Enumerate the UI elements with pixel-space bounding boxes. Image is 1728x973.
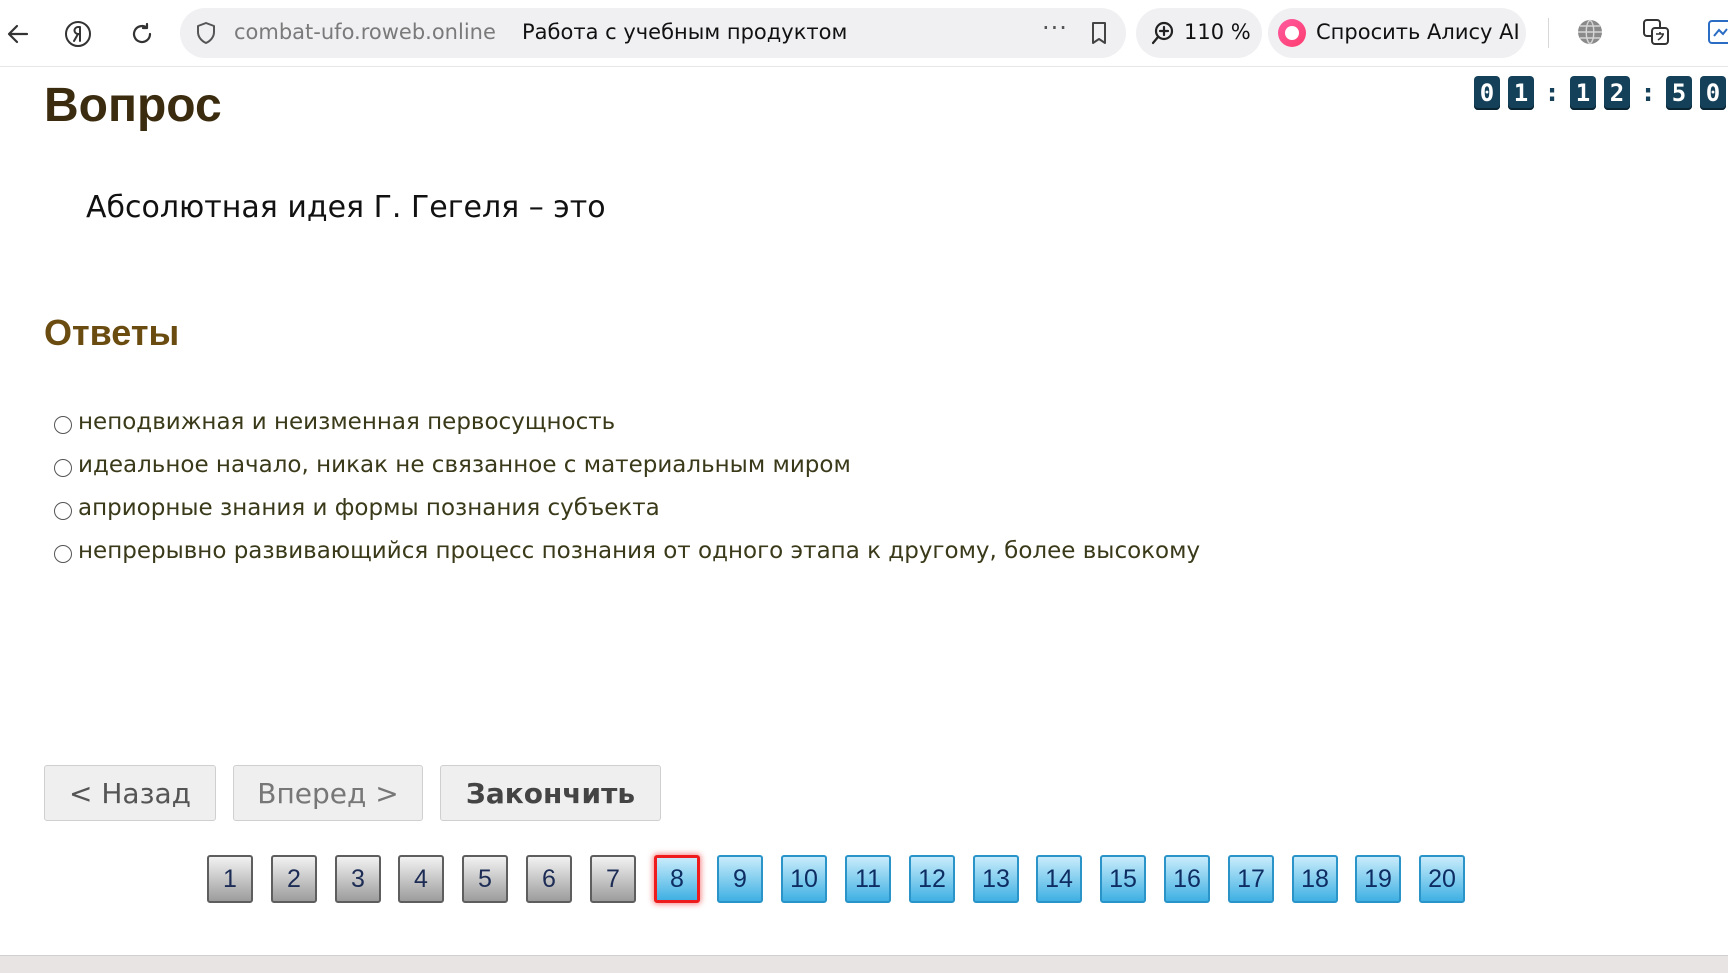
zoom-control[interactable]: 110 %: [1136, 8, 1262, 58]
page-button-current[interactable]: 8: [654, 855, 700, 903]
page-button[interactable]: 13: [973, 855, 1019, 903]
page-button[interactable]: 12: [909, 855, 955, 903]
question-text: Абсолютная идея Г. Гегеля – это: [86, 190, 606, 225]
more-icon[interactable]: ···: [1042, 14, 1068, 42]
timer-digit: 0: [1700, 76, 1726, 110]
zoom-level: 110 %: [1184, 20, 1251, 44]
timer-digit: 2: [1604, 76, 1630, 110]
bookmark-icon[interactable]: [1086, 20, 1112, 46]
page-button[interactable]: 16: [1164, 855, 1210, 903]
page-button[interactable]: 4: [398, 855, 444, 903]
globe-icon[interactable]: [1574, 16, 1606, 48]
address-bar[interactable]: combat-ufo.roweb.online Работа с учебным…: [180, 8, 1126, 58]
alice-icon: [1278, 19, 1306, 47]
answer-list: неподвижная и неизменная первосущность и…: [54, 400, 1200, 572]
bottom-strip: [0, 955, 1728, 973]
timer-digit: 1: [1508, 76, 1534, 110]
page-button[interactable]: 20: [1419, 855, 1465, 903]
answer-label[interactable]: априорные знания и формы познания субъек…: [78, 495, 660, 521]
yandex-logo-icon[interactable]: [60, 16, 96, 52]
page-button[interactable]: 15: [1100, 855, 1146, 903]
answer-radio[interactable]: [54, 544, 72, 563]
countdown-timer: 0 1 : 1 2 : 5 0: [1474, 76, 1728, 110]
answer-radio[interactable]: [54, 501, 72, 520]
page-button[interactable]: 19: [1355, 855, 1401, 903]
answer-label[interactable]: неподвижная и неизменная первосущность: [78, 409, 615, 435]
page-button[interactable]: 6: [526, 855, 572, 903]
reload-icon[interactable]: [124, 16, 160, 52]
ask-alice-label: Спросить Алису AI: [1316, 20, 1520, 44]
browser-toolbar: combat-ufo.roweb.online Работа с учебным…: [0, 0, 1728, 67]
address-domain: combat-ufo.roweb.online: [234, 20, 496, 44]
answer-option[interactable]: идеальное начало, никак не связанное с м…: [54, 443, 1200, 486]
page-button[interactable]: 18: [1292, 855, 1338, 903]
page-button[interactable]: 3: [335, 855, 381, 903]
timer-separator: :: [1643, 79, 1653, 107]
ask-alice-button[interactable]: Спросить Алису AI: [1268, 8, 1526, 58]
timer-digit: 5: [1666, 76, 1692, 110]
page-button[interactable]: 9: [717, 855, 763, 903]
page-button[interactable]: 11: [845, 855, 891, 903]
answer-option[interactable]: априорные знания и формы познания субъек…: [54, 486, 1200, 529]
answer-radio[interactable]: [54, 415, 72, 434]
timer-digit: 0: [1474, 76, 1500, 110]
translate-icon[interactable]: [1640, 16, 1672, 48]
toolbar-divider: [1548, 18, 1549, 48]
question-heading: Вопрос: [44, 79, 222, 132]
page-tab-title: Работа с учебным продуктом: [522, 20, 848, 44]
answer-label[interactable]: идеальное начало, никак не связанное с м…: [78, 452, 851, 478]
forward-button[interactable]: Вперед >: [233, 765, 423, 821]
answers-heading: Ответы: [44, 312, 180, 353]
finish-button[interactable]: Закончить: [440, 765, 661, 821]
page-button[interactable]: 14: [1036, 855, 1082, 903]
zoom-in-icon: [1150, 20, 1176, 46]
shield-icon[interactable]: [194, 21, 218, 45]
extension-icon[interactable]: [1706, 16, 1728, 48]
answer-label[interactable]: непрерывно развивающийся процесс познани…: [78, 538, 1200, 564]
page-button[interactable]: 5: [462, 855, 508, 903]
answer-option[interactable]: непрерывно развивающийся процесс познани…: [54, 529, 1200, 572]
back-arrow-icon[interactable]: [0, 16, 36, 52]
page-button[interactable]: 2: [271, 855, 317, 903]
page-button[interactable]: 1: [207, 855, 253, 903]
timer-separator: :: [1547, 79, 1557, 107]
page-button[interactable]: 10: [781, 855, 827, 903]
page-button[interactable]: 17: [1228, 855, 1274, 903]
page-button[interactable]: 7: [590, 855, 636, 903]
answer-option[interactable]: неподвижная и неизменная первосущность: [54, 400, 1200, 443]
timer-digit: 1: [1570, 76, 1596, 110]
back-button[interactable]: < Назад: [44, 765, 216, 821]
answer-radio[interactable]: [54, 458, 72, 477]
